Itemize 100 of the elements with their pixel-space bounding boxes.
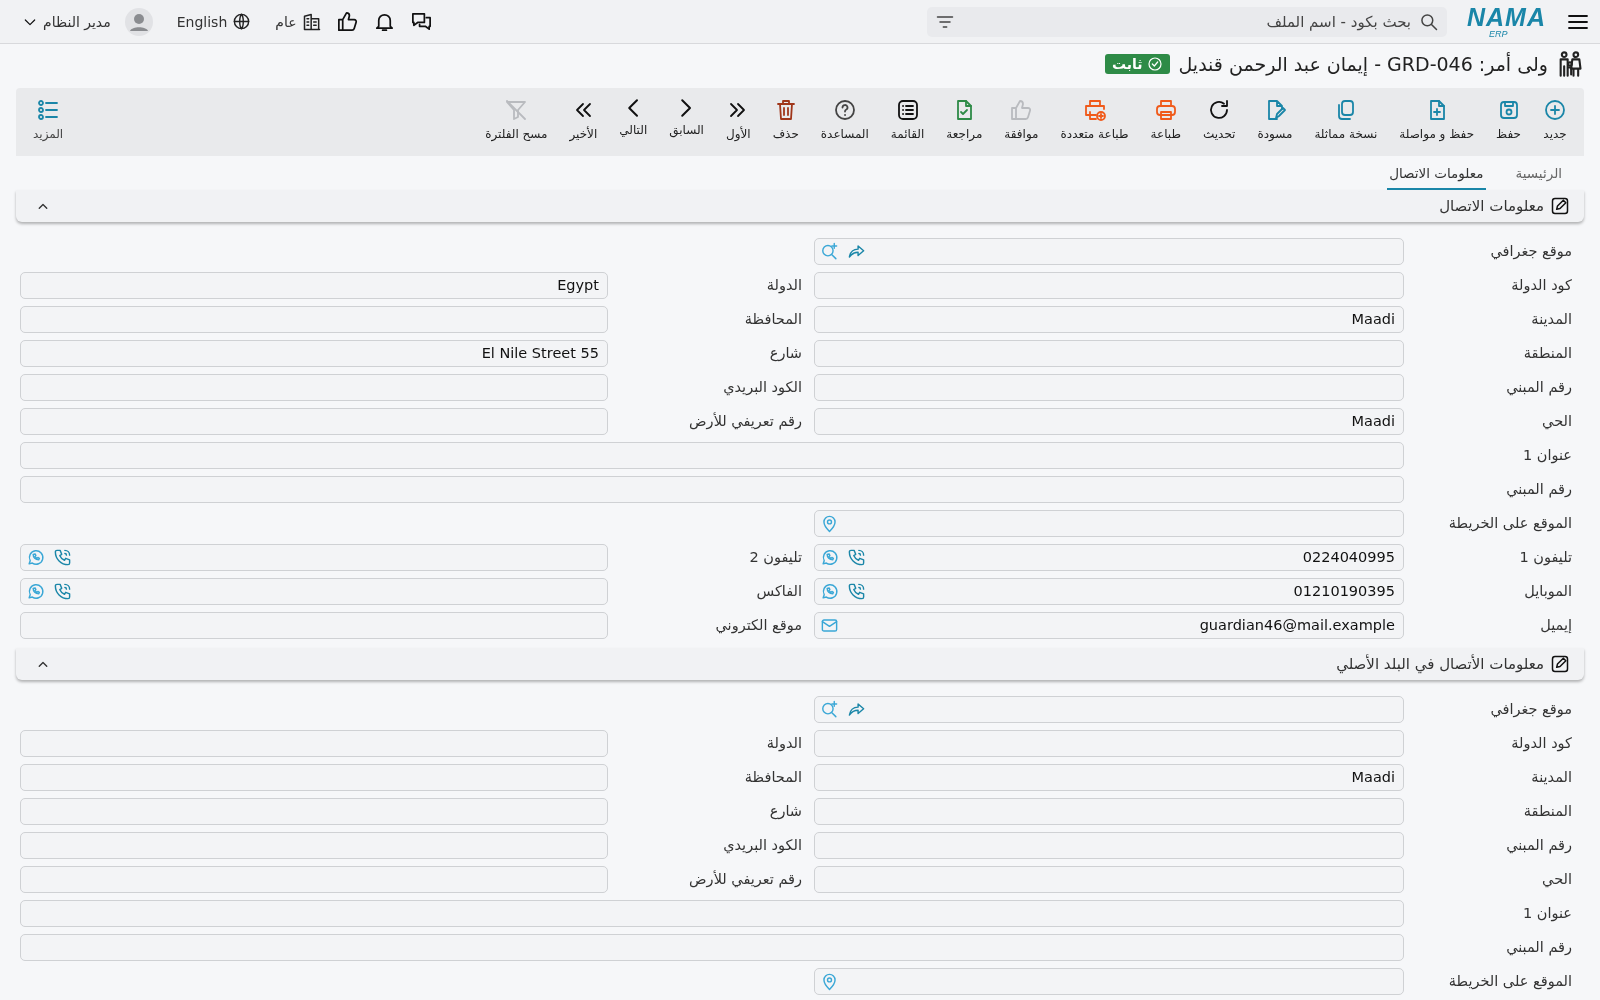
map-pin-icon[interactable]	[820, 513, 839, 533]
save-button[interactable]: حفظ	[1485, 98, 1532, 141]
input-field[interactable]	[20, 797, 608, 825]
globe-icon	[232, 12, 252, 31]
field-label: موقع الكتروني	[714, 617, 803, 633]
delete-button[interactable]: حذف	[761, 98, 810, 141]
print-button[interactable]: طباعة	[1139, 98, 1192, 141]
list-icon	[895, 98, 920, 122]
help-button[interactable]: المساعدة	[809, 98, 880, 141]
field-label: رقم المبني	[1505, 939, 1573, 955]
draft-button[interactable]: مسودة	[1246, 98, 1304, 141]
list-button[interactable]: القائمة	[879, 98, 936, 141]
input-field[interactable]: Maadi	[814, 763, 1404, 791]
input-field[interactable]	[814, 831, 1404, 859]
input-field[interactable]	[20, 933, 1404, 961]
input-field[interactable]	[814, 967, 1404, 995]
input-field[interactable]	[20, 899, 1404, 927]
zoom-in-icon[interactable]	[820, 241, 839, 261]
field-label: الدولة	[765, 277, 803, 293]
logo-suffix: ERP	[1489, 29, 1508, 39]
phone-icon[interactable]	[53, 547, 72, 567]
chevron-icon	[627, 98, 640, 118]
language-button[interactable]: English	[176, 12, 252, 31]
search-icon	[1419, 11, 1439, 32]
copy-button[interactable]: نسخة مماثلة	[1303, 98, 1389, 141]
more-button[interactable]: المزيد	[22, 98, 75, 141]
whatsapp-icon[interactable]	[820, 547, 839, 567]
field-label: الفاكس	[755, 583, 803, 599]
input-field[interactable]	[814, 695, 1404, 723]
input-field[interactable]	[814, 797, 1404, 825]
phone-icon[interactable]	[53, 581, 72, 601]
search-field[interactable]: بحث بكود - اسم الملف	[927, 6, 1447, 37]
input-field[interactable]	[20, 543, 608, 571]
printer-icon	[1153, 98, 1178, 122]
input-field[interactable]	[814, 865, 1404, 893]
printer-plus-icon	[1082, 98, 1107, 122]
input-field[interactable]	[20, 831, 608, 859]
input-field[interactable]	[20, 865, 608, 893]
input-field[interactable]	[814, 729, 1404, 757]
input-field[interactable]	[814, 339, 1404, 367]
chat-icon[interactable]	[409, 10, 433, 33]
phone-icon[interactable]	[847, 581, 866, 601]
input-field[interactable]: Egypt	[20, 271, 608, 299]
first-button[interactable]: الأول	[714, 98, 762, 141]
building-icon	[301, 11, 322, 32]
previous-button[interactable]: السابق	[658, 98, 715, 137]
field-label: كود الدولة	[1510, 735, 1573, 751]
logo-wordmark: NAMA	[1467, 4, 1546, 30]
input-field[interactable]	[20, 577, 608, 605]
input-field[interactable]: 0224040995	[814, 543, 1404, 571]
whatsapp-icon[interactable]	[820, 581, 839, 601]
input-field[interactable]: guardian46@mail.example	[814, 611, 1404, 639]
review-button[interactable]: مراجعة	[935, 98, 994, 141]
input-field[interactable]: El Nile Street 55	[20, 339, 608, 367]
map-pin-icon[interactable]	[820, 971, 839, 991]
multi-print-button[interactable]: طباعة متعددة	[1049, 98, 1140, 141]
refresh-button[interactable]: تحديث	[1191, 98, 1247, 141]
input-field[interactable]	[20, 729, 608, 757]
input-field[interactable]	[814, 271, 1404, 299]
input-field[interactable]	[814, 237, 1404, 265]
input-field[interactable]	[20, 611, 608, 639]
thumbs-up-icon	[1009, 98, 1034, 122]
input-field[interactable]: 01210190395	[814, 577, 1404, 605]
whatsapp-icon[interactable]	[26, 547, 45, 567]
input-field[interactable]	[20, 441, 1404, 469]
input-field[interactable]	[814, 373, 1404, 401]
save-continue-button[interactable]: حفظ و مواصلة	[1388, 98, 1486, 141]
zoom-in-icon[interactable]	[820, 699, 839, 719]
thumbs-up-icon[interactable]	[335, 10, 359, 33]
input-field[interactable]	[814, 509, 1404, 537]
input-field[interactable]	[20, 763, 608, 791]
field-label: كود الدولة	[1510, 277, 1573, 293]
input-field[interactable]: Maadi	[814, 407, 1404, 435]
next-button[interactable]: التالي	[608, 98, 659, 137]
new-button[interactable]: جديد	[1532, 98, 1578, 141]
field-label: رقم تعريفي للأرض	[688, 871, 803, 887]
field-label: الحي	[1541, 413, 1573, 429]
field-label: شارع	[768, 345, 803, 361]
menu-list-icon	[36, 98, 61, 122]
whatsapp-icon[interactable]	[26, 581, 45, 601]
user-menu[interactable]: مدير النظام	[22, 13, 111, 30]
input-field[interactable]	[20, 305, 608, 333]
field-label: رقم المبني	[1505, 379, 1573, 395]
field-label: الكود البريدي	[722, 837, 803, 853]
input-field[interactable]: Maadi	[814, 305, 1404, 333]
section-title: معلومات الأتصال في البلد الأصلي	[1336, 655, 1544, 673]
phone-icon[interactable]	[847, 547, 866, 567]
last-button[interactable]: الأخير	[558, 98, 609, 141]
branch-button[interactable]: عام	[275, 11, 322, 32]
avatar	[124, 7, 153, 36]
input-field[interactable]	[20, 373, 608, 401]
field-label: تليفون 2	[748, 549, 803, 565]
field-label: تليفون 1	[1518, 549, 1573, 565]
field-label: المدينة	[1530, 311, 1573, 327]
tab[interactable]: الرئيسية	[1513, 162, 1564, 190]
input-field[interactable]	[20, 475, 1404, 503]
field-label: الحي	[1541, 871, 1573, 887]
input-field[interactable]	[20, 407, 608, 435]
add-icon	[1543, 98, 1567, 122]
edit-icon	[1550, 654, 1570, 674]
